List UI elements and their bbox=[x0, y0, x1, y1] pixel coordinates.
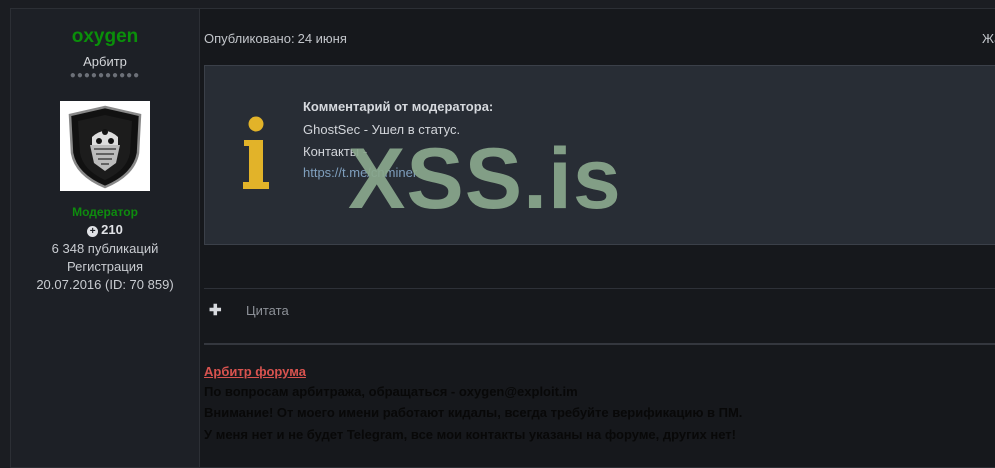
notice-title: Комментарий от модератора: bbox=[303, 99, 494, 114]
author-role: Модератор bbox=[72, 205, 138, 219]
plus-circle-icon: + bbox=[87, 226, 99, 237]
plus-icon: ✚ bbox=[209, 302, 222, 319]
reputation-value: 210 bbox=[101, 222, 123, 237]
signature-line: У меня нет и не будет Telegram, все мои … bbox=[204, 427, 736, 442]
signature-divider bbox=[204, 343, 995, 345]
moderator-notice: Комментарий от модератора: GhostSec - Уш… bbox=[204, 65, 995, 245]
hooded-skull-shield-icon bbox=[68, 105, 142, 189]
contact-link[interactable]: https://t.me/chminer bbox=[303, 165, 417, 180]
registration-label: Регистрация bbox=[67, 259, 143, 274]
author-title: Арбитр bbox=[83, 54, 127, 69]
post-body: Опубликовано:24 июня Жал Комментарий от … bbox=[199, 9, 995, 467]
signature-line: По вопросам арбитража, обращаться - oxyg… bbox=[204, 384, 578, 399]
forum-post: oxygen Арбитр ●●●●●●●●●● Модератор +210 … bbox=[10, 8, 995, 468]
divider bbox=[204, 288, 995, 289]
published-date[interactable]: 24 июня bbox=[298, 31, 347, 46]
author-panel: oxygen Арбитр ●●●●●●●●●● Модератор +210 … bbox=[11, 9, 200, 467]
registration-value: 20.07.2016 (ID: 70 859) bbox=[36, 277, 174, 292]
report-link[interactable]: Жал bbox=[982, 31, 995, 46]
notice-contacts: Контакты - bbox=[303, 144, 368, 159]
signature-line: Внимание! От моего имени работают кидалы… bbox=[204, 405, 743, 420]
info-icon bbox=[243, 116, 269, 189]
signature-heading: Арбитр форума bbox=[204, 364, 306, 379]
rank-pips: ●●●●●●●●●● bbox=[69, 70, 141, 81]
published-label: Опубликовано: bbox=[204, 31, 295, 46]
author-username[interactable]: oxygen bbox=[11, 26, 199, 48]
post-meta: Опубликовано: 24 июня bbox=[204, 31, 347, 46]
avatar[interactable] bbox=[60, 101, 150, 191]
quote-label: Цитата bbox=[246, 303, 289, 318]
reputation[interactable]: +210 bbox=[11, 222, 199, 237]
post-count: 6 348 публикаций bbox=[51, 241, 159, 256]
notice-text: GhostSec - Ушел в статус. bbox=[303, 122, 461, 137]
